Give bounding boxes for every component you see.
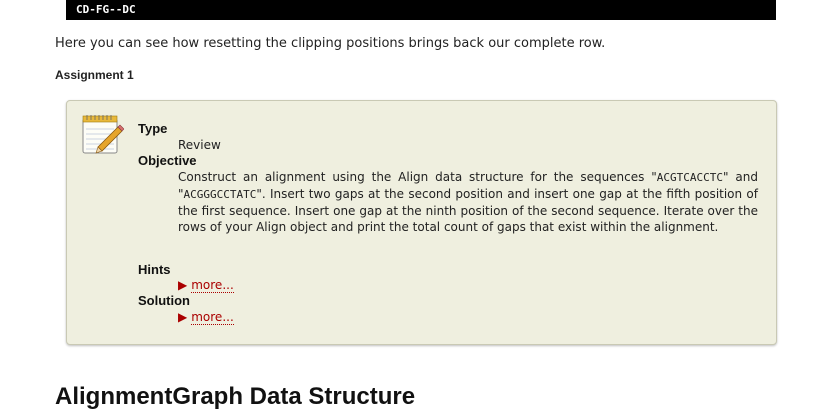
expand-triangle-icon: ▶: [178, 278, 188, 292]
objective-label: Objective: [138, 153, 197, 168]
type-value: Review: [178, 138, 221, 152]
solution-label: Solution: [138, 293, 190, 308]
assignment-title: Assignment 1: [55, 68, 134, 82]
notepad-pencil-icon: [82, 115, 124, 154]
expand-triangle-icon: ▶: [178, 310, 188, 324]
objective-text: Construct an alignment using the Align d…: [178, 170, 758, 234]
intro-paragraph: Here you can see how resetting the clipp…: [55, 36, 606, 51]
code-output-line: CD-FG--DC: [66, 0, 776, 20]
assignment-box: Type Review Objective Construct an align…: [66, 100, 777, 345]
section-heading: AlignmentGraph Data Structure: [55, 383, 416, 410]
sequence-1: ACGTCACCTC: [656, 171, 724, 184]
hints-label: Hints: [138, 262, 171, 277]
type-label: Type: [138, 121, 168, 136]
solution-more-link[interactable]: ▶ more...: [178, 310, 234, 325]
hints-more-link[interactable]: ▶ more...: [178, 278, 234, 293]
sequence-2: ACGGGCCTATC: [183, 188, 257, 201]
